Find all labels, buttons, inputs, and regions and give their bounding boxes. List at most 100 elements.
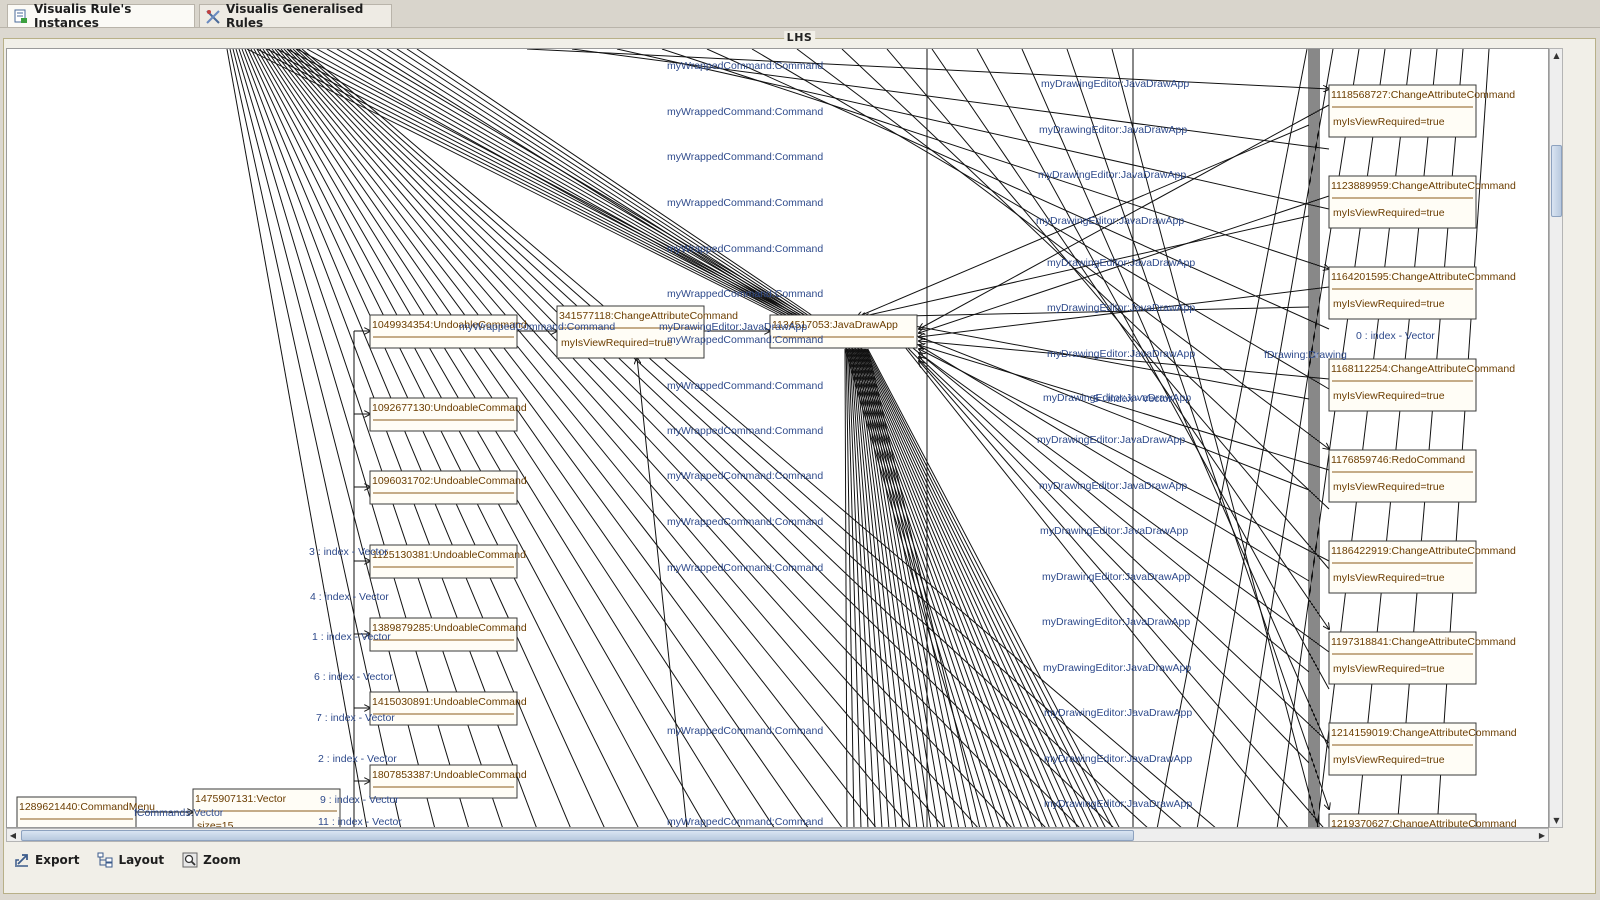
- node-name: 1807853387:UndoableCommand: [372, 769, 527, 781]
- diagram-node[interactable]: 1123889959:ChangeAttributeCommand myIsVie…: [1328, 175, 1516, 229]
- index-label: 3 : index - Vector: [309, 546, 388, 558]
- association-edge: [846, 348, 862, 827]
- wrapped-command-label: myWrappedCommand:Command: [667, 725, 823, 737]
- diagram-node[interactable]: 1389879285:UndoableCommand: [369, 617, 527, 652]
- index-label: 4 : index - Vector: [310, 591, 389, 603]
- node-attribute: myIsViewRequired=true: [1333, 754, 1445, 766]
- diagram-node[interactable]: 1214159019:ChangeAttributeCommand myIsVie…: [1328, 722, 1517, 776]
- drawing-editor-label: myDrawingEditor:JavaDrawApp: [1040, 525, 1188, 537]
- node-attribute: myIsViewRequired=true: [1333, 298, 1445, 310]
- association-edge: [878, 317, 1310, 764]
- wrapped-command-label: myWrappedCommand:Command: [459, 321, 615, 333]
- tab-generalised-rules[interactable]: Visualis Generalised Rules: [199, 2, 392, 30]
- association-edge: [849, 348, 876, 827]
- drawing-editor-label: myDrawingEditor:JavaDrawApp: [1038, 169, 1186, 181]
- node-attribute: myIsViewRequired=true: [1333, 572, 1445, 584]
- horizontal-scroll-thumb[interactable]: [21, 830, 1134, 841]
- drawing-editor-label: myDrawingEditor:JavaDrawApp: [1047, 348, 1195, 360]
- node-attribute: myIsViewRequired=true: [1333, 207, 1445, 219]
- association-edge: [616, 49, 1330, 210]
- node-name: 1092677130:UndoableCommand: [372, 402, 527, 414]
- wrapped-command-label: myWrappedCommand:Command: [667, 380, 823, 392]
- diagram-node[interactable]: 1219370627:ChangeAttributeCommand: [1328, 813, 1517, 828]
- association-edge: [706, 49, 1330, 330]
- scroll-left-icon[interactable]: ◀: [8, 830, 18, 841]
- node-name: 1164201595:ChangeAttributeCommand: [1331, 271, 1516, 283]
- tab-generalised-rules-label: Visualis Generalised Rules: [226, 2, 364, 30]
- horizontal-scrollbar[interactable]: ◀ ▶: [6, 828, 1549, 842]
- association-edge: [976, 49, 1330, 690]
- diagram-node[interactable]: 1197318841:ChangeAttributeCommand myIsVie…: [1328, 631, 1516, 685]
- node-attribute: myIsViewRequired=true: [1333, 390, 1445, 402]
- node-name: 1125130381:UndoableCommand: [372, 549, 526, 561]
- tab-rule-instances[interactable]: Visualis Rule's Instances: [7, 2, 195, 30]
- scroll-down-icon[interactable]: ▼: [1552, 816, 1561, 825]
- node-name: 1219370627:ChangeAttributeCommand: [1331, 818, 1517, 828]
- association-edge: [919, 357, 1330, 744]
- wrapped-command-label: myWrappedCommand:Command: [667, 470, 823, 482]
- app-window: Visualis Rule's Instances Visualis Gener…: [0, 0, 1600, 900]
- node-name: 1176859746:RedoCommand: [1331, 454, 1465, 466]
- export-button[interactable]: Export: [14, 852, 79, 868]
- diagram-canvas[interactable]: 1289621440:CommandMenu 1475907131:Vector s…: [6, 48, 1549, 828]
- edge-label-layer: myWrappedCommand:Command myWrappedCommand…: [134, 60, 1435, 828]
- scroll-up-icon[interactable]: ▲: [1552, 51, 1561, 60]
- node-name: 1123889959:ChangeAttributeCommand: [1331, 180, 1516, 192]
- diagram-node[interactable]: 1096031702:UndoableCommand: [369, 470, 527, 505]
- wrapped-command-label: myWrappedCommand:Command: [667, 816, 823, 828]
- wrapped-command-label: myWrappedCommand:Command: [667, 562, 823, 574]
- diagram-node[interactable]: 1168112254:ChangeAttributeCommand myIsVie…: [1328, 358, 1515, 412]
- node-attribute: myIsViewRequired=true: [1333, 116, 1445, 128]
- diagram-node[interactable]: 1176859746:RedoCommand myIsViewRequired=t…: [1328, 449, 1477, 503]
- diagram-node[interactable]: 1118568727:ChangeAttributeCommand myIsVie…: [1328, 84, 1515, 138]
- diagram-node[interactable]: 1186422919:ChangeAttributeCommand myIsVie…: [1328, 540, 1516, 594]
- panel-title: LHS: [783, 31, 816, 44]
- association-edge: [1066, 49, 1329, 809]
- drawing-editor-label: myDrawingEditor:JavaDrawApp: [1047, 257, 1195, 269]
- drawing-editor-label: myDrawingEditor:JavaDrawApp: [1042, 616, 1190, 628]
- node-name: 1475907131:Vector: [195, 793, 287, 805]
- object-diagram[interactable]: 1289621440:CommandMenu1475907131:Vectors…: [7, 49, 1549, 828]
- index-label: 5 : index - Vector: [1093, 393, 1172, 405]
- export-icon: [15, 854, 28, 867]
- association-edge: [526, 49, 1329, 89]
- wrapped-command-label: myWrappedCommand:Command: [667, 151, 823, 163]
- vertical-scrollbar[interactable]: ▲ ▼: [1549, 48, 1563, 828]
- layout-button[interactable]: Layout: [97, 852, 164, 868]
- node-name: 1197318841:ChangeAttributeCommand: [1331, 636, 1516, 648]
- diagram-node[interactable]: 1092677130:UndoableCommand: [369, 397, 527, 432]
- drawing-editor-label: myDrawingEditor:JavaDrawApp: [1043, 662, 1191, 674]
- association-edge: [855, 348, 1050, 827]
- zoom-button[interactable]: Zoom: [182, 852, 241, 868]
- node-name: 1168112254:ChangeAttributeCommand: [1331, 363, 1515, 375]
- zoom-label: Zoom: [203, 853, 241, 867]
- association-edge: [931, 49, 1329, 629]
- node-name: 1415030891:UndoableCommand: [372, 696, 527, 708]
- drawing-editor-label: myDrawingEditor:JavaDrawApp: [1039, 124, 1187, 136]
- wrapped-command-label: myWrappedCommand:Command: [667, 106, 823, 118]
- vertical-scroll-thumb[interactable]: [1551, 145, 1562, 217]
- association-edge: [845, 348, 855, 827]
- layout-icon: [97, 852, 113, 868]
- drawing-editor-label: myDrawingEditor:JavaDrawApp: [1041, 78, 1189, 90]
- node-name: 1096031702:UndoableCommand: [372, 475, 527, 487]
- drawing-editor-label: myDrawingEditor:JavaDrawApp: [1044, 707, 1192, 719]
- wrapped-command-label: myWrappedCommand:Command: [667, 197, 823, 209]
- index-label: 1 : index - Vector: [312, 631, 391, 643]
- drawing-editor-label: myDrawingEditor:JavaDrawApp: [1044, 798, 1192, 810]
- index-label: 6 : index - Vector: [314, 671, 393, 683]
- wrapped-command-label: myWrappedCommand:Command: [667, 288, 823, 300]
- node-name: 1389879285:UndoableCommand: [372, 622, 527, 634]
- drawing-editor-label: myDrawingEditor:JavaDrawApp: [1039, 480, 1187, 492]
- wrapped-command-label: myWrappedCommand:Command: [667, 516, 823, 528]
- bottom-toolbar: Export Layout Zoom: [4, 846, 1594, 874]
- tab-rule-instances-label: Visualis Rule's Instances: [34, 2, 132, 30]
- wrapped-command-label: myWrappedCommand:Command: [667, 334, 823, 346]
- node-attribute: myIsViewRequired=true: [1333, 663, 1445, 675]
- scroll-right-icon[interactable]: ▶: [1537, 830, 1547, 841]
- index-label: 11 : index - Vector: [318, 816, 402, 828]
- diagram-node[interactable]: 1164201595:ChangeAttributeCommand myIsVie…: [1328, 266, 1516, 320]
- fdrawing-label: fDrawing:Drawing: [1264, 349, 1347, 361]
- drawing-editor-label: myDrawingEditor:JavaDrawApp: [1036, 215, 1184, 227]
- diagram-node[interactable]: 1125130381:UndoableCommand: [369, 544, 526, 579]
